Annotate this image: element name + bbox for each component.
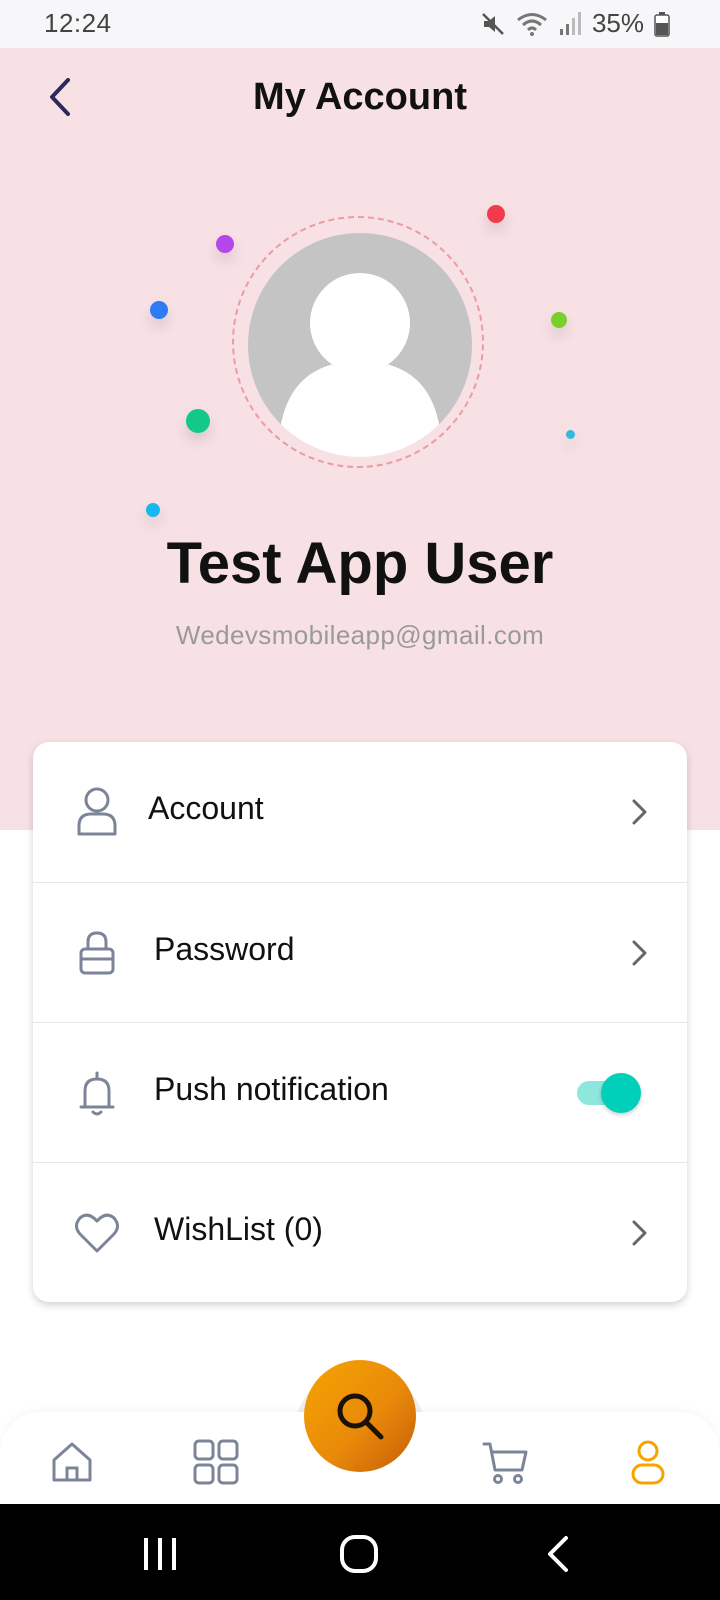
settings-row-label: Password	[154, 931, 295, 967]
page-title: My Account	[253, 76, 467, 118]
profile-icon	[631, 1440, 665, 1485]
signal-icon	[558, 11, 582, 37]
chevron-right-icon	[632, 799, 647, 825]
nav-profile[interactable]	[624, 1438, 672, 1486]
search-icon	[337, 1393, 384, 1440]
decor-dot	[566, 430, 575, 439]
settings-row-label: WishList (0)	[154, 1211, 323, 1247]
toggle-thumb	[601, 1073, 641, 1113]
settings-row-wishlist[interactable]: WishList (0)	[33, 1162, 687, 1302]
push-notification-toggle[interactable]	[577, 1073, 641, 1113]
user-icon	[77, 787, 117, 836]
cart-icon	[482, 1442, 528, 1484]
status-time: 12:24	[44, 8, 112, 38]
settings-row-push-notification: Push notification	[33, 1022, 687, 1163]
decor-dot	[150, 301, 168, 319]
decor-dot	[216, 235, 234, 253]
nav-cart[interactable]	[482, 1438, 530, 1486]
lock-icon	[79, 931, 115, 975]
bell-icon	[79, 1071, 115, 1116]
decor-dot	[487, 205, 505, 223]
nav-home[interactable]	[48, 1438, 96, 1486]
user-name: Test App User	[166, 531, 554, 596]
user-placeholder-icon	[278, 273, 442, 457]
home-system-button[interactable]	[336, 1530, 384, 1578]
decor-dot	[186, 409, 210, 433]
home-system-icon	[340, 1535, 378, 1573]
recent-apps-icon	[144, 1538, 176, 1570]
status-bar: 12:24 35%	[0, 0, 720, 48]
recent-apps-button[interactable]	[136, 1530, 184, 1578]
search-button[interactable]	[304, 1360, 416, 1472]
nav-categories[interactable]	[192, 1438, 240, 1486]
status-icons: 35%	[480, 8, 670, 39]
decor-dot	[146, 503, 160, 517]
battery-icon	[654, 11, 670, 37]
battery-text: 35%	[591, 8, 644, 38]
settings-row-password[interactable]: Password	[33, 882, 687, 1023]
system-nav-bar	[0, 1504, 720, 1600]
wifi-icon	[516, 11, 548, 37]
avatar[interactable]	[248, 233, 472, 457]
chevron-right-icon	[632, 1220, 647, 1246]
back-system-button[interactable]	[536, 1530, 584, 1578]
back-system-icon	[548, 1536, 568, 1572]
my-account-screen: 12:24 35% My Account Test App User Wedev…	[0, 0, 720, 1600]
grid-icon	[193, 1439, 239, 1485]
user-email: Wedevsmobileapp@gmail.com	[175, 620, 545, 650]
heart-icon	[75, 1213, 119, 1253]
chevron-right-icon	[632, 940, 647, 966]
settings-row-label: Account	[148, 790, 264, 826]
home-icon	[52, 1442, 92, 1482]
decor-dot	[551, 312, 567, 328]
settings-row-label: Push notification	[154, 1071, 389, 1107]
settings-card: Account Password Push notification WishL…	[33, 742, 687, 1302]
mute-icon	[480, 11, 506, 37]
settings-row-account[interactable]: Account	[33, 742, 687, 882]
